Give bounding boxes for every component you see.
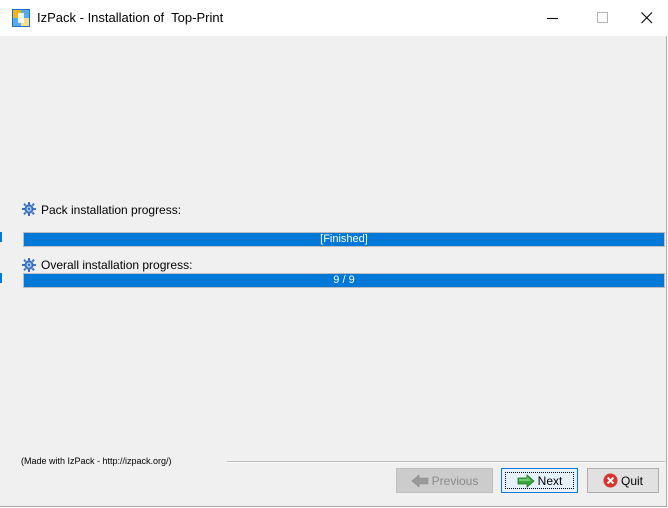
pack-progress-status: [Finished] (320, 233, 368, 245)
overall-progress-status: 9 / 9 (333, 274, 355, 286)
installer-window: IzPack - Installation of Top-Print Pack … (0, 0, 667, 507)
footer-divider (227, 461, 665, 463)
gear-icon (22, 258, 36, 272)
close-button[interactable] (624, 0, 668, 36)
overall-progress-label: Overall installation progress: (41, 258, 193, 272)
izpack-app-icon (12, 9, 30, 27)
quit-button-label: Quit (620, 473, 643, 488)
overall-progress-edge (0, 273, 2, 283)
maximize-button[interactable] (580, 0, 626, 36)
minimize-button[interactable] (530, 0, 576, 36)
overall-progress-bar: 9 / 9 (23, 273, 665, 288)
gear-icon (22, 202, 36, 216)
pack-progress-bar: [Finished] (23, 232, 665, 247)
arrow-left-icon (411, 473, 428, 488)
previous-button[interactable]: Previous (396, 468, 493, 493)
previous-button-label: Previous (431, 473, 479, 488)
minimize-icon (547, 18, 558, 19)
next-button-label: Next (537, 473, 563, 488)
title-bar[interactable]: IzPack - Installation of Top-Print (0, 0, 667, 36)
maximize-icon (597, 12, 608, 23)
quit-button[interactable]: Quit (587, 468, 659, 493)
pack-progress-edge (0, 232, 2, 242)
close-icon (641, 12, 653, 24)
made-with-izpack-text: (Made with IzPack - http://izpack.org/) (21, 456, 172, 466)
window-title: IzPack - Installation of Top-Print (37, 10, 224, 25)
next-button[interactable]: Next (501, 468, 578, 493)
pack-progress-label: Pack installation progress: (41, 203, 182, 217)
installer-content: Pack installation progress: [Finished] O… (0, 36, 666, 506)
close-circle-icon (603, 473, 618, 488)
arrow-right-icon (517, 473, 535, 488)
